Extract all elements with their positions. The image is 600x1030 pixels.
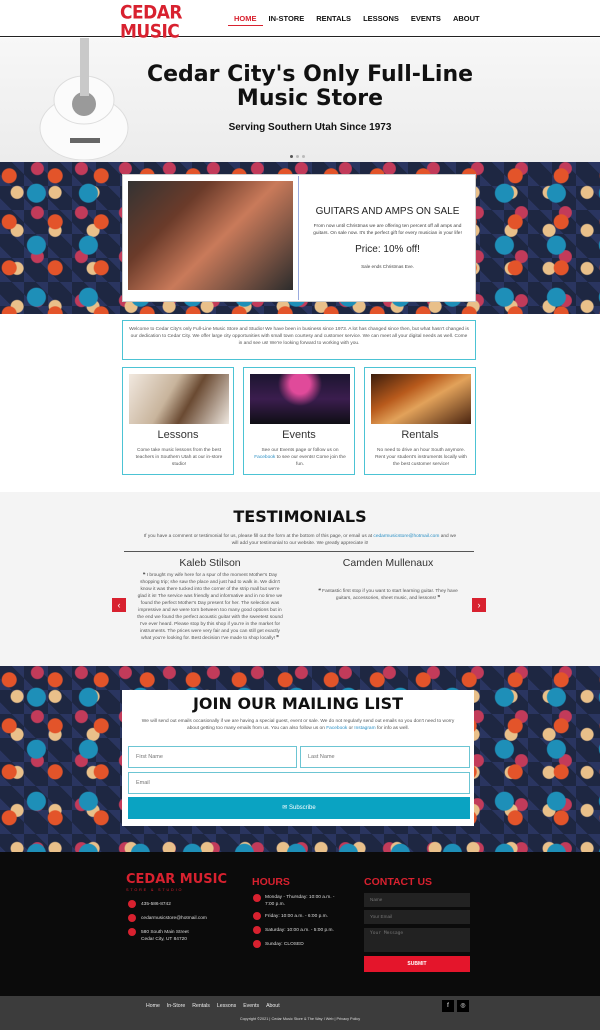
nav-home[interactable]: HOME [228,13,263,26]
card-text: No need to drive an hour South anymore. … [375,448,467,467]
card-title: Lessons [157,429,199,441]
contact-message-input[interactable] [364,928,470,952]
mail-text-mid: or [348,726,353,731]
hero-title: Cedar City's Only Full-Line Music Store [146,62,474,111]
card-title: Events [282,429,316,441]
clock-icon [253,926,261,934]
sale-title: GUITARS AND AMPS ON SALE [315,206,460,217]
footer-phone[interactable]: 435-586-8742 [141,901,171,908]
clock-icon [253,940,261,948]
last-name-input[interactable] [300,746,470,768]
slider-dot[interactable] [290,155,293,158]
hero-subtitle: Serving Southern Utah Since 1973 [228,122,392,133]
site-footer [0,852,600,996]
facebook-icon[interactable]: f [442,1000,454,1012]
sale-text: From now until Christmas we are offering… [313,224,462,236]
sale-ends: Sale ends Christmas Eve. [361,264,414,269]
logo-name: CEDAR MUSIC [120,2,182,43]
card-text: Come take music lessons from the best te… [135,448,223,467]
location-icon [128,928,136,936]
phone-icon [128,900,136,908]
card-rentals[interactable]: Rentals No need to drive an hour South a… [364,367,476,475]
site-logo[interactable]: CEDAR MUSIC STORE & STUDIO [120,4,212,47]
testimonials-intro: If you have a comment or testimonial for… [140,533,460,547]
sale-divider [298,176,299,300]
footer-email[interactable]: cedarmusicstore@hotmail.com [141,915,207,922]
bottom-nav-rentals[interactable]: Rentals [192,1003,210,1009]
card-title: Rentals [401,429,439,441]
nav-in-store[interactable]: IN-STORE [263,13,311,26]
instagram-link[interactable]: Instagram [354,726,375,731]
main-nav: HOME IN-STORE RENTALS LESSONS EVENTS ABO… [228,13,486,26]
contact-name-input[interactable] [364,893,470,907]
contact-title: CONTACT US [364,876,433,888]
testimonials-divider [124,551,474,552]
footer-address-line1: 580 South Main Street [141,930,189,935]
slider-dot[interactable] [302,155,305,158]
nav-lessons[interactable]: LESSONS [357,13,405,26]
card-text-after: to see our events! Come join the fun. [276,455,346,467]
email-link[interactable]: cedarmusicstore@hotmail.com [373,534,439,539]
card-text: See our Events page or follow us on Face… [252,447,348,468]
hours-title: HOURS [252,876,290,888]
bottom-nav-lessons[interactable]: Lessons [217,1003,236,1009]
copyright: Copyright ©2021 | Cedar Music Store & Th… [239,1017,361,1021]
clock-icon [253,912,261,920]
quote-text: I brought my wife here for a spur of the… [137,573,283,641]
bottom-nav-about[interactable]: About [266,1003,280,1009]
testimonial-quote: ❝ I brought my wife here for a spur of t… [136,572,284,642]
slider-dots [290,155,305,158]
nav-rentals[interactable]: RENTALS [310,13,357,26]
hours-line: Sunday: CLOSED [265,942,304,947]
lessons-photo [129,374,229,424]
logo-tagline: STORE & STUDIO [126,888,184,892]
bottom-nav-in-store[interactable]: In-Store [167,1003,185,1009]
card-events[interactable]: Events See our Events page or follow us … [243,367,355,475]
amp-guitar-photo [128,181,293,290]
submit-button[interactable]: SUBMIT [364,956,470,972]
close-quote-icon: ❞ [436,596,441,601]
nav-events[interactable]: EVENTS [405,13,447,26]
subscribe-label: Subscribe [289,805,316,811]
card-text-before: See our Events page or follow us on [261,448,339,453]
rentals-photo [371,374,471,424]
sale-price: Price: 10% off! [355,244,420,255]
testimonial-quote: ❝ Fantastic first stop if you want to st… [314,588,462,602]
testimonial-name: Camden Mullenaux [342,557,434,569]
slider-dot[interactable] [296,155,299,158]
mail-text-after: for info as well. [376,726,409,731]
mail-icon: ✉ [282,805,289,811]
mailing-title: JOIN OUR MAILING LIST [192,694,404,713]
footer-logo[interactable]: CEDAR MUSIC STORE & STUDIO [126,872,227,892]
hours-line: Saturday: 10:00 a.m. - 5:00 p.m. [265,928,334,933]
testimonial-name: Kaleb Stilson [179,557,241,569]
first-name-input[interactable] [128,746,297,768]
card-lessons[interactable]: Lessons Come take music lessons from the… [122,367,234,475]
subscribe-button[interactable]: ✉ Subscribe [128,797,470,819]
bottom-nav-events[interactable]: Events [243,1003,259,1009]
mailing-text: We will send out emails occasionally if … [140,718,456,732]
bottom-nav: Home In-Store Rentals Lessons Events Abo… [146,1003,287,1009]
next-arrow-icon[interactable]: › [472,598,486,612]
clock-icon [253,894,261,902]
testimonials-title: TESTIMONIALS [233,507,367,526]
facebook-link[interactable]: Facebook [254,455,275,460]
prev-arrow-icon[interactable]: ‹ [112,598,126,612]
hours-line: Monday - Thursday: 10:00 a.m. - 7:00 p.m… [265,895,335,907]
footer-address-line2: Cedar City, UT 84720 [141,937,187,942]
hours-line: Friday: 10:00 a.m. - 6:00 p.m. [265,914,328,919]
intro-before: If you have a comment or testimonial for… [143,534,373,539]
facebook-link[interactable]: Facebook [326,726,347,731]
nav-about[interactable]: ABOUT [447,13,486,26]
email-input[interactable] [128,772,470,794]
close-quote-icon: ❞ [274,636,279,641]
events-photo [250,374,350,424]
bottom-nav-home[interactable]: Home [146,1003,160,1009]
email-icon [128,914,136,922]
welcome-text: Welcome to Cedar City's only Full-Line M… [122,320,476,360]
instagram-icon[interactable]: ◎ [457,1000,469,1012]
bottom-bar [0,996,600,1030]
contact-email-input[interactable] [364,910,470,924]
logo-name: CEDAR MUSIC [126,872,228,887]
